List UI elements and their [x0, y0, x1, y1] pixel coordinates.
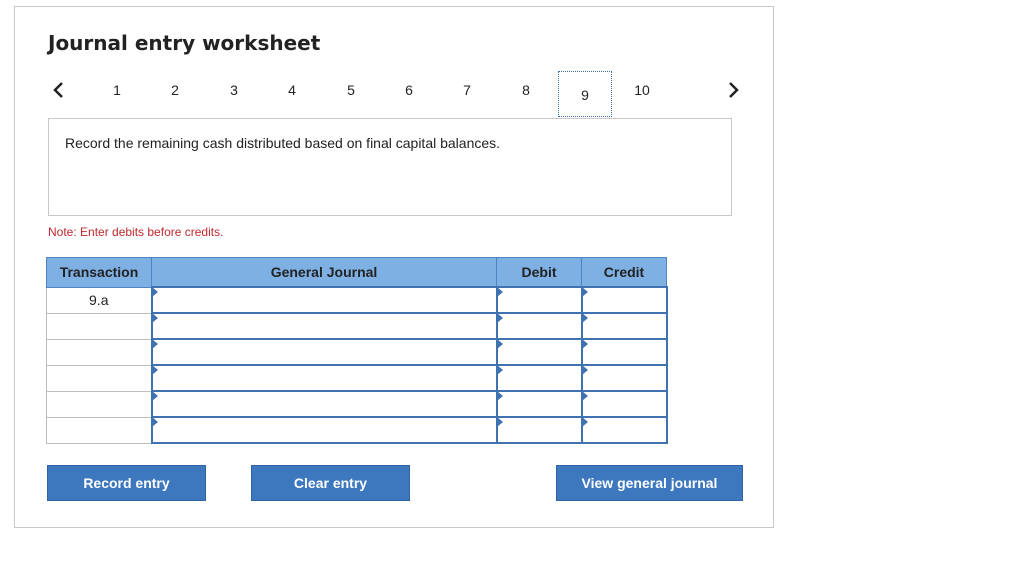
- chevron-left-icon: [53, 82, 63, 98]
- account-input[interactable]: [152, 392, 496, 416]
- page-8[interactable]: 8: [512, 79, 540, 101]
- debit-cell[interactable]: [495, 312, 583, 340]
- clear-entry-button[interactable]: Clear entry: [251, 465, 410, 501]
- transaction-cell: [46, 390, 152, 418]
- debit-cell[interactable]: [495, 338, 583, 366]
- debit-input[interactable]: [497, 314, 581, 338]
- input-indicator-icon: [496, 313, 503, 323]
- input-indicator-icon: [496, 339, 503, 349]
- page-4[interactable]: 4: [278, 79, 306, 101]
- credit-input[interactable]: [582, 288, 666, 312]
- account-cell[interactable]: [150, 390, 498, 418]
- table-row: [46, 338, 668, 366]
- journal-entry-table: Transaction General Journal Debit Credit…: [46, 257, 668, 444]
- input-indicator-icon: [581, 391, 588, 401]
- debit-input[interactable]: [497, 366, 581, 390]
- debit-cell[interactable]: [495, 390, 583, 418]
- account-cell[interactable]: [150, 338, 498, 366]
- credit-cell[interactable]: [580, 338, 668, 366]
- credit-input[interactable]: [582, 418, 666, 442]
- page-10[interactable]: 10: [628, 79, 656, 101]
- table-header-row: Transaction General Journal Debit Credit: [46, 257, 667, 288]
- page-title: Journal entry worksheet: [48, 31, 321, 55]
- dropdown-indicator-icon: [151, 313, 158, 323]
- credit-input[interactable]: [582, 340, 666, 364]
- account-cell[interactable]: [150, 286, 498, 314]
- input-indicator-icon: [581, 365, 588, 375]
- debit-input[interactable]: [497, 392, 581, 416]
- input-indicator-icon: [496, 365, 503, 375]
- table-row: [46, 390, 668, 418]
- journal-worksheet-panel: Journal entry worksheet 1 2 3 4 5 6 7 8 …: [14, 6, 774, 528]
- account-cell[interactable]: [150, 312, 498, 340]
- account-input[interactable]: [152, 314, 496, 338]
- transaction-cell: [46, 312, 152, 340]
- dropdown-indicator-icon: [151, 417, 158, 427]
- dropdown-indicator-icon: [151, 339, 158, 349]
- debit-cell[interactable]: [495, 416, 583, 444]
- table-row: [46, 416, 668, 444]
- table-row: [46, 312, 668, 340]
- next-page-button[interactable]: [723, 79, 743, 101]
- credit-cell[interactable]: [580, 286, 668, 314]
- header-credit: Credit: [581, 257, 667, 288]
- view-general-journal-button[interactable]: View general journal: [556, 465, 743, 501]
- page-9-active[interactable]: 9: [558, 71, 612, 117]
- question-prompt-text: Record the remaining cash distributed ba…: [65, 135, 501, 151]
- input-indicator-icon: [581, 287, 588, 297]
- account-input[interactable]: [152, 418, 496, 442]
- input-indicator-icon: [496, 391, 503, 401]
- input-indicator-icon: [496, 287, 503, 297]
- input-indicator-icon: [581, 417, 588, 427]
- dropdown-indicator-icon: [151, 365, 158, 375]
- page-7[interactable]: 7: [453, 79, 481, 101]
- page-6[interactable]: 6: [395, 79, 423, 101]
- record-entry-button[interactable]: Record entry: [47, 465, 206, 501]
- credit-input[interactable]: [582, 366, 666, 390]
- account-input[interactable]: [152, 288, 496, 312]
- page-1[interactable]: 1: [103, 79, 131, 101]
- transaction-cell: [46, 416, 152, 444]
- chevron-right-icon: [729, 82, 739, 98]
- dropdown-indicator-icon: [151, 391, 158, 401]
- dropdown-indicator-icon: [151, 287, 158, 297]
- note-text: Note: Enter debits before credits.: [48, 225, 224, 239]
- page-2[interactable]: 2: [161, 79, 189, 101]
- debit-input[interactable]: [497, 340, 581, 364]
- transaction-cell: [46, 338, 152, 366]
- debit-cell[interactable]: [495, 286, 583, 314]
- table-row: 9.a: [46, 286, 668, 314]
- table-row: [46, 364, 668, 392]
- input-indicator-icon: [581, 313, 588, 323]
- credit-input[interactable]: [582, 314, 666, 338]
- transaction-cell: 9.a: [46, 286, 152, 314]
- prev-page-button[interactable]: [49, 79, 69, 101]
- account-cell[interactable]: [150, 416, 498, 444]
- credit-cell[interactable]: [580, 390, 668, 418]
- credit-cell[interactable]: [580, 312, 668, 340]
- input-indicator-icon: [581, 339, 588, 349]
- debit-input[interactable]: [497, 288, 581, 312]
- debit-cell[interactable]: [495, 364, 583, 392]
- page-5[interactable]: 5: [337, 79, 365, 101]
- page-3[interactable]: 3: [220, 79, 248, 101]
- input-indicator-icon: [496, 417, 503, 427]
- account-input[interactable]: [152, 366, 496, 390]
- header-general-journal: General Journal: [151, 257, 497, 288]
- transaction-cell: [46, 364, 152, 392]
- account-input[interactable]: [152, 340, 496, 364]
- credit-input[interactable]: [582, 392, 666, 416]
- question-prompt-box: Record the remaining cash distributed ba…: [48, 118, 732, 216]
- credit-cell[interactable]: [580, 416, 668, 444]
- pagination: 1 2 3 4 5 6 7 8 9 10: [15, 71, 775, 121]
- header-debit: Debit: [496, 257, 582, 288]
- debit-input[interactable]: [497, 418, 581, 442]
- credit-cell[interactable]: [580, 364, 668, 392]
- header-transaction: Transaction: [46, 257, 152, 288]
- account-cell[interactable]: [150, 364, 498, 392]
